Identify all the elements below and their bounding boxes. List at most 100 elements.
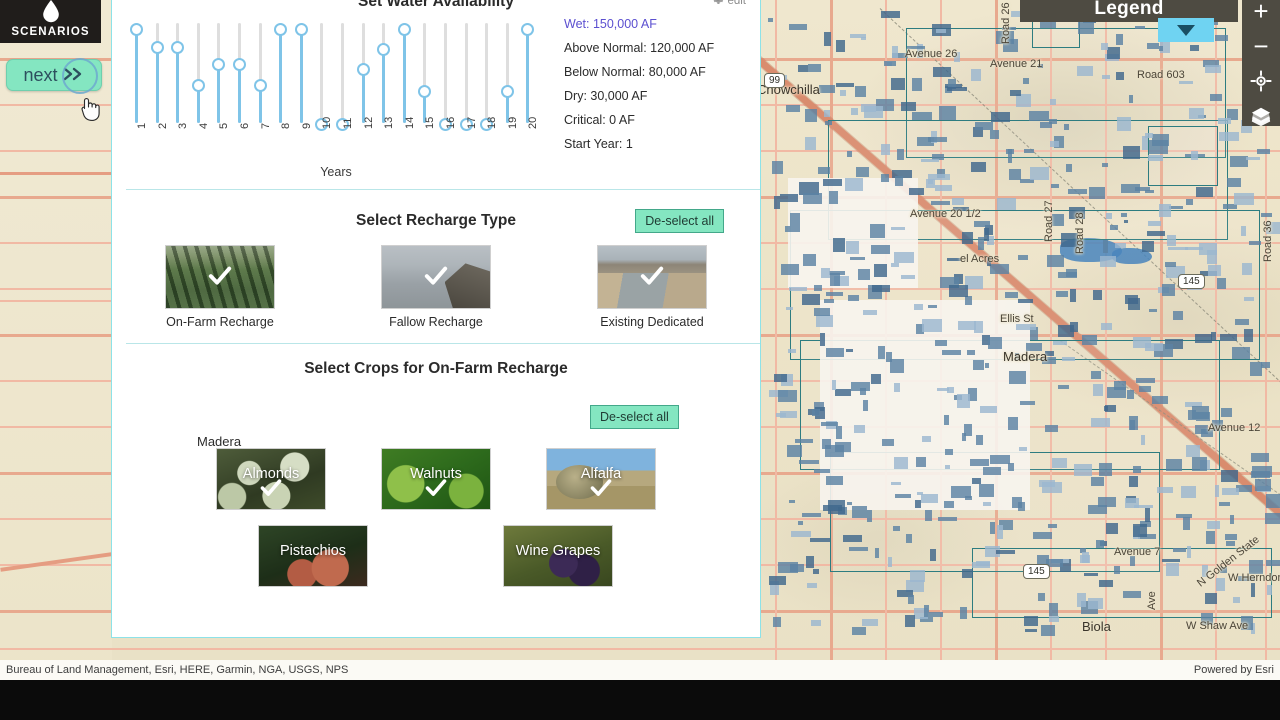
map-parcel [985,363,989,368]
slider-handle[interactable] [294,23,308,36]
map-parcel [1029,111,1049,121]
map-parcel [1110,225,1118,230]
map-label: Avenue 21 [990,58,1043,70]
water-slider-year-4[interactable]: 4 [188,15,210,129]
crop-tile-alfalfa[interactable]: Alfalfa [546,448,656,510]
water-slider-year-19[interactable]: 19 [497,15,519,129]
water-slider-year-18[interactable]: 18 [476,15,498,131]
map-parcel [1195,334,1212,343]
water-slider-year-12[interactable]: 12 [353,15,375,129]
map-parcel [1121,213,1127,217]
slider-fill [176,47,180,123]
locate-button[interactable] [1246,70,1276,92]
slider-handle[interactable] [356,63,370,76]
water-slider-year-6[interactable]: 6 [229,15,251,129]
map-parcel [1176,514,1192,518]
crops-deselect-all-button[interactable]: De-select all [590,405,679,429]
water-slider-year-8[interactable]: 8 [270,15,292,129]
recharge-thumbnail-0[interactable] [165,245,275,309]
map-parcel [836,40,845,52]
scenario-panel[interactable]: Set Water Availability edit 1 2 3 4 5 6 7 8 9 10 1… [111,0,761,638]
map-parcel [1142,136,1148,150]
map-parcel [1148,221,1161,226]
water-slider-year-7[interactable]: 7 [250,15,272,129]
map-controls[interactable]: + − [1242,0,1280,127]
checkmark-icon [589,475,613,504]
map-parcel [1047,255,1064,267]
water-slider-year-13[interactable]: 13 [373,15,395,129]
map-parcel [1221,470,1238,482]
recharge-deselect-all-button[interactable]: De-select all [635,209,724,233]
crop-tile-walnuts[interactable]: Walnuts [381,448,491,510]
map-parcel [1211,332,1216,341]
attribution-powered-by[interactable]: Powered by Esri [1194,660,1274,680]
water-slider-year-11[interactable]: 11 [332,15,354,131]
edit-button[interactable]: edit [712,0,746,8]
next-button[interactable]: next [6,59,102,91]
map-parcel [892,46,898,58]
water-slider-year-2[interactable]: 2 [147,15,169,129]
slider-handle[interactable] [377,43,391,56]
map-parcel [825,445,844,457]
slider-handle[interactable] [253,79,267,92]
slider-handle[interactable] [150,41,164,54]
map-parcel [891,263,899,267]
map-parcel [1049,616,1059,622]
map-parcel [1145,190,1154,193]
recharge-type-item: Existing Dedicated [544,245,760,329]
crop-label: Pistachios [279,543,347,559]
slider-handle[interactable] [418,85,432,98]
crop-tile-pistachios[interactable]: Pistachios [258,525,368,587]
water-year-sliders[interactable]: 1 2 3 4 5 6 7 8 9 10 11 12 13 14 15 16 17 18 19 20 [126,15,546,135]
sidebar-scenarios[interactable]: SCENARIOS [0,0,101,43]
map-parcel [881,174,889,182]
slider-handle[interactable] [212,58,226,71]
slider-handle[interactable] [521,23,535,36]
map-parcel [906,534,912,543]
layers-button[interactable] [1246,105,1276,127]
map-parcel [867,510,872,522]
water-slider-year-5[interactable]: 5 [208,15,230,129]
zoom-out-button[interactable]: − [1246,33,1276,59]
map-parcel [1080,555,1090,563]
map-parcel [871,374,881,384]
water-slider-year-16[interactable]: 16 [435,15,457,131]
crop-tile-almonds[interactable]: Almonds [216,448,326,510]
recharge-thumbnail-2[interactable] [597,245,707,309]
zoom-in-button[interactable]: + [1246,0,1276,24]
map-parcel [786,105,800,112]
slider-fill [299,29,303,123]
water-slider-year-1[interactable]: 1 [126,15,148,129]
recharge-thumbnail-1[interactable] [381,245,491,309]
crop-tile-wine-grapes[interactable]: Wine Grapes [503,525,613,587]
map-parcel [1134,505,1153,508]
slider-handle[interactable] [191,79,205,92]
slider-handle[interactable] [274,23,288,36]
water-slider-year-15[interactable]: 15 [414,15,436,129]
map-parcel [1116,72,1124,80]
water-slider-year-3[interactable]: 3 [167,15,189,129]
slider-handle[interactable] [130,23,143,36]
map-parcel [830,273,840,286]
water-slider-year-14[interactable]: 14 [394,15,416,129]
map-parcel [1078,21,1094,34]
slider-handle[interactable] [500,85,514,98]
water-slider-year-9[interactable]: 9 [291,15,313,129]
map-parcel [1106,523,1118,534]
map-parcel [1040,21,1056,28]
map-parcel [1157,487,1173,493]
map-parcel [962,232,973,244]
water-slider-year-10[interactable]: 10 [311,15,333,131]
legend-toggle-button[interactable] [1158,18,1214,42]
water-slider-year-20[interactable]: 20 [517,15,539,129]
map-parcel [1062,357,1075,361]
slider-handle[interactable] [233,58,246,71]
map-parcel [1074,464,1092,476]
slider-handle[interactable] [171,41,185,54]
divider-2 [126,343,760,344]
slider-handle[interactable] [397,23,411,36]
map-parcel [1210,94,1222,101]
water-value-critical: Critical: 0 AF [564,113,635,127]
map-parcel [921,159,939,162]
water-slider-year-17[interactable]: 17 [456,15,478,131]
